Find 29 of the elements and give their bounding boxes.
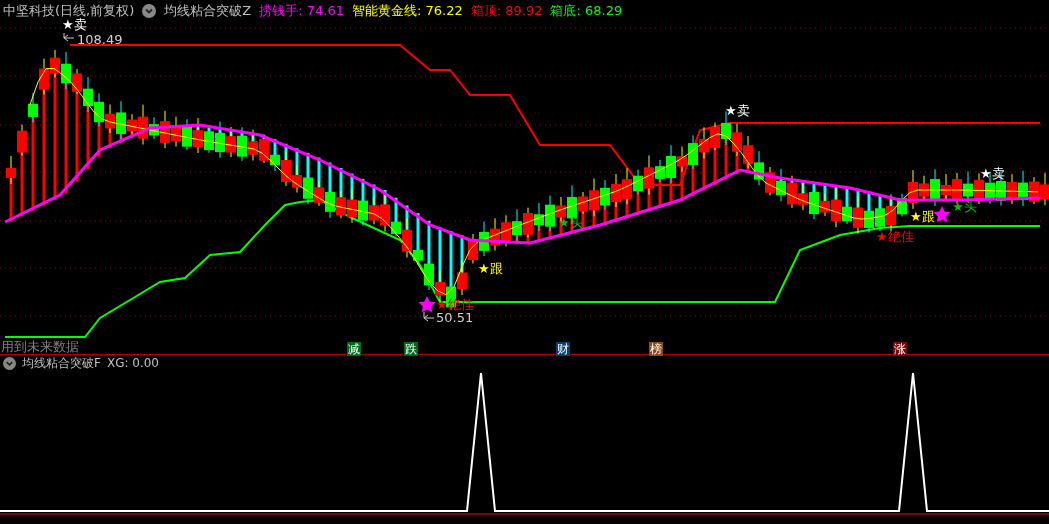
indicator-value: 捞钱手: 74.61 <box>259 2 344 20</box>
sub-indicator-name: 均线粘合突破F <box>22 354 101 372</box>
indicator-value: 智能黄金线: 76.22 <box>351 2 463 20</box>
signal-label: ★跟 <box>910 210 935 224</box>
future-data-note: 用到未来数据 <box>1 340 79 354</box>
indicator-name: 均线粘合突破Z <box>164 2 252 20</box>
indicator-value: 箱底: 68.29 <box>550 2 623 20</box>
chevron-down-icon[interactable] <box>142 4 157 18</box>
tag-label: 减 <box>347 342 361 356</box>
signal-label: ★头 <box>952 200 977 214</box>
indicator-value: 箱顶: 89.92 <box>470 2 543 20</box>
arrow-icon <box>423 311 435 322</box>
stock-title: 中坚科技(日线,前复权) <box>3 2 135 18</box>
tag-label: 财 <box>556 342 570 356</box>
arrow-icon <box>63 32 75 42</box>
signal-label: ★卖 <box>725 104 750 118</box>
tag-label: 涨 <box>893 342 907 356</box>
signal-label: ★跟 <box>478 262 503 276</box>
tag-label: 榜 <box>649 342 663 356</box>
chevron-down-icon[interactable] <box>3 356 16 370</box>
signal-label: ★绝佳 <box>876 230 914 244</box>
price-high-label: 108.49 <box>77 33 123 47</box>
signal-label: ★卖 <box>980 167 1005 181</box>
tag-label: 跌 <box>404 342 418 356</box>
price-low-label: 50.51 <box>436 311 474 325</box>
star-icon <box>933 206 951 223</box>
star-icon <box>418 296 436 313</box>
signal-label: ★卖 <box>62 18 87 32</box>
sub-indicator-value: XG: 0.00 <box>106 356 159 370</box>
